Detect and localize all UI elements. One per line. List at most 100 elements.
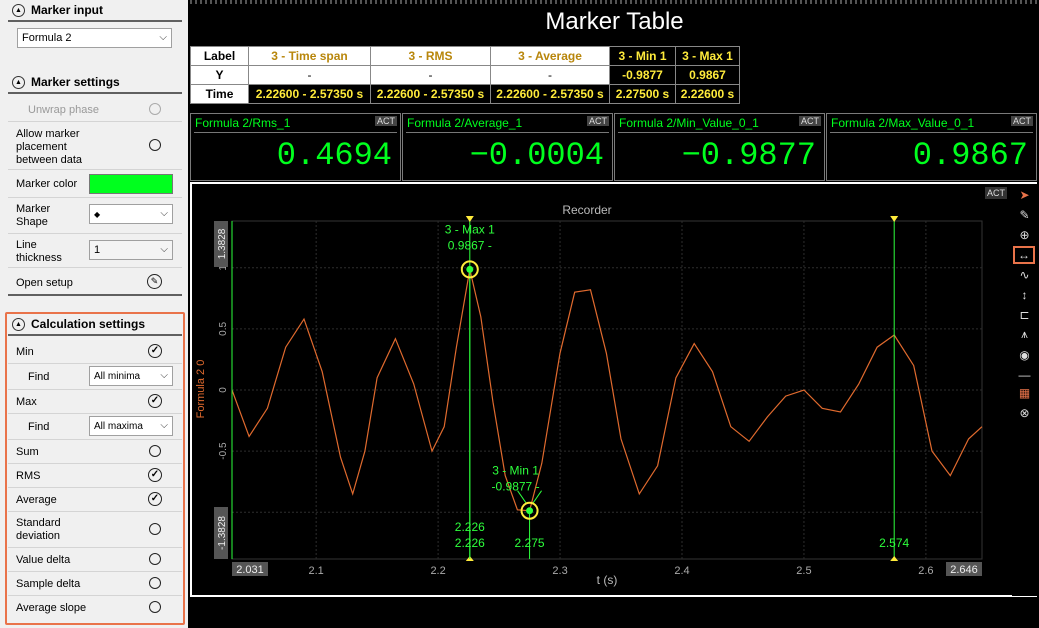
value-panel-name: Formula 2/Min_Value_0_1 [619, 116, 759, 130]
x-left-range-label: 2.031 [236, 564, 264, 576]
calc-max-find-row: Find All maxima ⌵ [8, 414, 182, 440]
step-marker-icon[interactable]: ⊏ [1016, 306, 1033, 323]
value-panel-min[interactable]: Formula 2/Min_Value_0_1 ACT −0.9877 [614, 113, 825, 181]
calc-average-slope-label: Average slope [16, 602, 87, 614]
calc-sum-radio[interactable] [149, 445, 161, 457]
table-cell: - [490, 65, 610, 85]
calculation-settings-title: Calculation settings [31, 317, 146, 331]
check-icon[interactable]: ✓ [148, 394, 162, 408]
calc-average-label: Average [16, 494, 57, 506]
calc-value-delta-radio[interactable] [149, 553, 161, 565]
calc-std-label: Standard deviation [16, 517, 61, 542]
calc-average-slope-row: Average slope [8, 596, 182, 620]
grid-icon[interactable]: ▦ [1016, 384, 1033, 401]
min-marker-point [526, 507, 534, 515]
table-cell: -0.9877 [609, 65, 676, 85]
calc-min-row: Min ✓ [8, 340, 182, 364]
table-cell: 0.9867 [675, 65, 740, 85]
line-thickness-row: Line thickness 1 ⌵ [8, 234, 182, 268]
crosshair-icon[interactable]: ⊕ [1016, 226, 1033, 243]
recorder-panel[interactable]: Recorder ACT Formula 2 0 t (s) 1 0.5 0 -0.5… [190, 182, 1037, 597]
table-cell: 2.22600 - 2.57350 s [248, 84, 371, 104]
chevron-up-icon: ▲ [12, 3, 25, 17]
marker-input-select[interactable]: Formula 2 ⌵ [17, 28, 172, 48]
cursor-arrow-icon[interactable]: ➤ [1016, 186, 1033, 203]
y-bottom-range-label: -1.3828 [217, 516, 228, 550]
wave-marker-icon[interactable]: ∿ [1016, 266, 1033, 283]
chevron-down-icon: ⌵ [159, 32, 167, 43]
marker-shape-select[interactable]: ◆ ⌵ [89, 204, 173, 224]
table-cell: - [248, 65, 371, 85]
open-setup-label: Open setup [16, 277, 73, 289]
time-span-marker-icon[interactable]: ↔ [1013, 246, 1035, 264]
calc-sample-delta-radio[interactable] [149, 577, 161, 589]
allow-placement-row: Allow marker placement between data [8, 122, 182, 170]
calculation-settings-header[interactable]: ▲ Calculation settings [8, 314, 182, 336]
cursor-readout: 2.226 [455, 520, 485, 534]
table-cell: Y [190, 65, 249, 85]
marker-color-swatch[interactable] [89, 174, 173, 194]
calc-sample-delta-label: Sample delta [16, 578, 81, 590]
max-find-select[interactable]: All maxima ⌵ [89, 416, 173, 436]
line-thickness-label: Line thickness [16, 239, 62, 264]
value-panel-rms[interactable]: Formula 2/Rms_1 ACT 0.4694 [190, 113, 401, 181]
chevron-down-icon: ⌵ [160, 244, 168, 255]
calc-value-delta-row: Value delta [8, 548, 182, 572]
act-badge: ACT [1011, 116, 1033, 126]
value-panel-max[interactable]: Formula 2/Max_Value_0_1 ACT 0.9867 [826, 113, 1037, 181]
axis-ticks: 10.50-0.5-12.12.22.32.42.52.61.3828-1.38… [214, 221, 982, 577]
check-icon[interactable]: ✓ [148, 344, 162, 358]
calc-max-row: Max ✓ [8, 390, 182, 414]
min-marker-value: -0.9877 - [492, 480, 540, 494]
recorder-chart[interactable]: Recorder ACT Formula 2 0 t (s) 10.50-0.5… [192, 184, 1035, 595]
divider [830, 132, 1033, 133]
calc-sum-label: Sum [16, 446, 39, 458]
table-cell: - [370, 65, 491, 85]
calc-std-radio[interactable] [149, 523, 161, 535]
unwrap-phase-label: Unwrap phase [28, 104, 99, 116]
calc-rms-row: RMS ✓ [8, 464, 182, 488]
open-setup-row[interactable]: Open setup ✎ [8, 268, 182, 296]
calc-sum-row: Sum [8, 440, 182, 464]
calc-value-delta-label: Value delta [16, 554, 71, 566]
table-cell: Time [190, 84, 249, 104]
chevron-down-icon: ⌵ [160, 370, 168, 381]
grid [231, 220, 983, 560]
calc-min-find-row: Find All minima ⌵ [8, 364, 182, 390]
table-cell: 2.22600 s [675, 84, 740, 104]
pencil-icon[interactable]: ✎ [147, 274, 162, 289]
marker-color-label: Marker color [16, 178, 78, 190]
calc-average-slope-radio[interactable] [149, 601, 161, 613]
marker-settings-title: Marker settings [31, 75, 120, 89]
allow-placement-label: Allow marker placement between data [16, 128, 83, 166]
table-cell: 3 - Max 1 [675, 46, 740, 66]
pencil-icon[interactable]: ✎ [1016, 206, 1033, 223]
check-icon[interactable]: ✓ [148, 468, 162, 482]
marker-settings-header[interactable]: ▲ Marker settings [8, 72, 182, 94]
line-thickness-select[interactable]: 1 ⌵ [89, 240, 173, 260]
unwrap-phase-radio[interactable] [149, 103, 161, 115]
target-icon[interactable]: ◉ [1016, 346, 1033, 363]
max-marker-label: 3 - Max 1 [445, 222, 495, 236]
cursor-readout: 2.226 [455, 536, 485, 550]
chevron-down-icon: ⌵ [160, 420, 168, 431]
allow-placement-radio[interactable] [149, 139, 161, 151]
chevron-down-icon: ⌵ [160, 208, 168, 219]
marker-input-header[interactable]: ▲ Marker input [8, 0, 182, 22]
unwrap-phase-row: Unwrap phase [8, 98, 182, 122]
marker-color-row: Marker color [8, 170, 182, 198]
max-marker-point [466, 265, 474, 273]
peak-marker-icon[interactable]: ⩚ [1016, 326, 1033, 343]
delete-icon[interactable]: ⊗ [1016, 404, 1033, 421]
x-tick-label: 2.1 [308, 565, 323, 577]
x-right-range-label: 2.646 [950, 564, 978, 576]
check-icon[interactable]: ✓ [148, 492, 162, 506]
marker-table-title: Marker Table [545, 8, 684, 35]
vertical-span-icon[interactable]: ↕ [1016, 286, 1033, 303]
calc-average-row: Average ✓ [8, 488, 182, 512]
settings-panel: ▲ Marker input Formula 2 ⌵ ▲ Marker sett… [0, 0, 188, 628]
min-find-select[interactable]: All minima ⌵ [89, 366, 173, 386]
x-axis-label: t (s) [597, 573, 618, 587]
value-panel-average[interactable]: Formula 2/Average_1 ACT −0.0004 [402, 113, 613, 181]
cursor-readout: 2.574 [879, 536, 909, 550]
